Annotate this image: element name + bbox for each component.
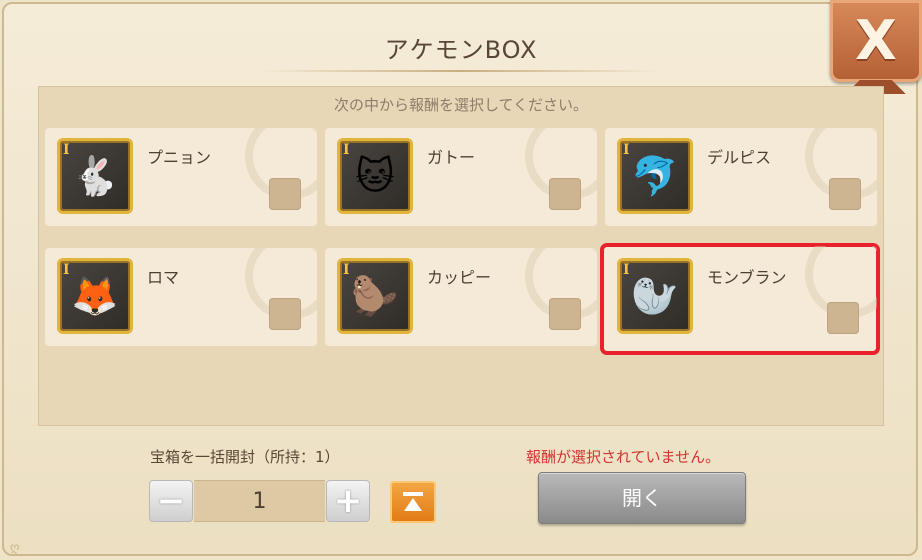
seal-creature-icon: I 🦭 xyxy=(617,258,693,334)
reward-checkbox[interactable] xyxy=(829,178,861,210)
quantity-field[interactable]: 1 xyxy=(194,480,325,522)
reward-checkbox[interactable] xyxy=(549,178,581,210)
fox-creature-icon: I 🦊 xyxy=(57,258,133,334)
capybara-creature-icon: I 🦫 xyxy=(337,258,413,334)
creature-art: 🐬 xyxy=(631,154,679,198)
reward-name: ロマ xyxy=(147,268,180,287)
reward-checkbox[interactable] xyxy=(269,298,301,330)
corner-ornament: ღ xyxy=(10,540,20,554)
max-arrow-icon xyxy=(403,492,423,511)
reward-checkbox[interactable] xyxy=(269,178,301,210)
rank-badge: I xyxy=(623,142,630,158)
rank-badge: I xyxy=(343,142,350,158)
increase-quantity-button[interactable]: + xyxy=(326,480,370,522)
reward-checkbox[interactable] xyxy=(549,298,581,330)
open-button[interactable]: 開く xyxy=(538,472,746,524)
decrease-quantity-button[interactable]: − xyxy=(149,480,193,522)
instruction-text: 次の中から報酬を選択してください。 xyxy=(333,96,589,114)
reward-name: カッピー xyxy=(427,268,492,287)
reward-name: モンブラン xyxy=(707,268,787,287)
creature-art: 🦭 xyxy=(631,274,679,318)
reward-name: ガトー xyxy=(427,148,476,167)
creature-art: 🐇 xyxy=(71,154,119,198)
rank-badge: I xyxy=(63,142,70,158)
rank-badge: I xyxy=(623,262,630,278)
plus-icon: + xyxy=(333,481,363,521)
reward-card-montblanc[interactable]: I 🦭 モンブラン xyxy=(600,243,880,355)
reward-name: デルピス xyxy=(707,148,772,167)
reward-name: プニョン xyxy=(147,148,212,167)
reward-card-punyon[interactable]: I 🐇 プニョン xyxy=(45,128,317,226)
rank-badge: I xyxy=(63,262,70,278)
dialog-title: アケモンBOX xyxy=(384,36,538,64)
close-icon: X xyxy=(855,9,897,72)
reward-card-delpis[interactable]: I 🐬 デルピス xyxy=(605,128,877,226)
bulk-open-label: 宝箱を一括開封（所持：1） xyxy=(150,448,340,466)
close-button[interactable]: X xyxy=(830,0,922,94)
max-quantity-button[interactable] xyxy=(390,481,436,523)
creature-art: 🐱 xyxy=(355,154,395,198)
cake-cat-icon: I 🐱 xyxy=(337,138,413,214)
minus-icon: − xyxy=(156,481,186,521)
reward-card-roma[interactable]: I 🦊 ロマ xyxy=(45,248,317,346)
creature-art: 🦫 xyxy=(351,274,399,318)
cloud-creature-icon: I 🐇 xyxy=(57,138,133,214)
reward-card-cappy[interactable]: I 🦫 カッピー xyxy=(325,248,597,346)
title-divider xyxy=(261,70,661,72)
creature-art: 🦊 xyxy=(71,274,119,318)
rank-badge: I xyxy=(343,262,350,278)
dolphin-creature-icon: I 🐬 xyxy=(617,138,693,214)
warning-text: 報酬が選択されていません。 xyxy=(526,448,721,466)
reward-card-gato[interactable]: I 🐱 ガトー xyxy=(325,128,597,226)
reward-checkbox[interactable] xyxy=(827,302,859,334)
